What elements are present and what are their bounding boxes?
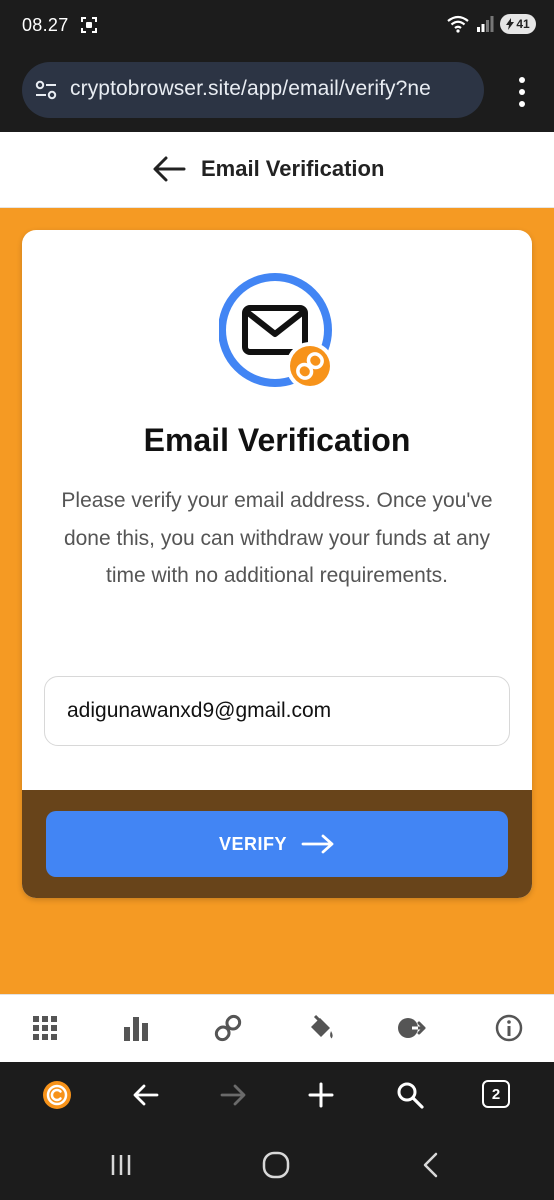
browser-url-area: cryptobrowser.site/app/email/verify?ne [0, 50, 554, 132]
verify-label: VERIFY [218, 833, 287, 854]
battery-indicator: 41 [500, 14, 536, 34]
url-text[interactable]: cryptobrowser.site/app/email/verify?ne [70, 77, 431, 101]
status-bar: 08.27 41 [0, 0, 554, 50]
tabs-count: 2 [482, 1080, 510, 1108]
charging-icon [506, 18, 515, 30]
more-vert-icon[interactable] [512, 74, 532, 110]
back-icon[interactable] [131, 1080, 161, 1110]
page-header: Email Verification [0, 132, 554, 208]
arrow-right-icon [301, 834, 334, 854]
forward-icon[interactable] [218, 1080, 248, 1110]
link-icon[interactable] [213, 1013, 243, 1043]
crypto-browser-logo-icon[interactable] [42, 1080, 72, 1110]
app-bottom-nav [0, 994, 554, 1062]
apps-grid-icon[interactable] [30, 1013, 60, 1043]
paint-bucket-icon[interactable] [306, 1013, 336, 1043]
page-title: Email Verification [201, 156, 385, 181]
verify-button[interactable]: VERIFY [46, 811, 508, 877]
address-bar[interactable]: cryptobrowser.site/app/email/verify?ne [22, 62, 484, 118]
home-icon[interactable] [261, 1150, 291, 1180]
new-tab-plus-icon[interactable] [306, 1080, 336, 1110]
info-icon[interactable] [494, 1013, 524, 1043]
card-footer: VERIFY [22, 790, 532, 898]
tabs-count-button[interactable]: 2 [482, 1080, 512, 1110]
system-nav-bar [0, 1130, 554, 1200]
status-indicators: 41 [446, 14, 536, 34]
card-description: Please verify your email address. Once y… [61, 489, 493, 587]
wifi-icon [447, 15, 469, 33]
recent-apps-icon[interactable] [106, 1150, 136, 1180]
exit-arrow-icon[interactable] [396, 1013, 426, 1043]
battery-level: 41 [516, 17, 530, 31]
site-settings-icon[interactable] [34, 79, 58, 101]
browser-toolbar: 2 [0, 1062, 554, 1130]
stats-bars-icon[interactable] [121, 1013, 151, 1043]
screenshot-icon [81, 17, 97, 33]
email-field[interactable] [44, 676, 510, 746]
search-icon[interactable] [395, 1080, 425, 1110]
verification-card: Email Verification Please verify your em… [22, 230, 532, 898]
signal-icon [477, 16, 494, 32]
email-link-icon [219, 273, 334, 390]
system-back-icon[interactable] [416, 1150, 446, 1180]
status-time: 08.27 [22, 15, 69, 35]
back-arrow-icon[interactable] [152, 154, 186, 184]
card-title: Email Verification [143, 422, 411, 458]
